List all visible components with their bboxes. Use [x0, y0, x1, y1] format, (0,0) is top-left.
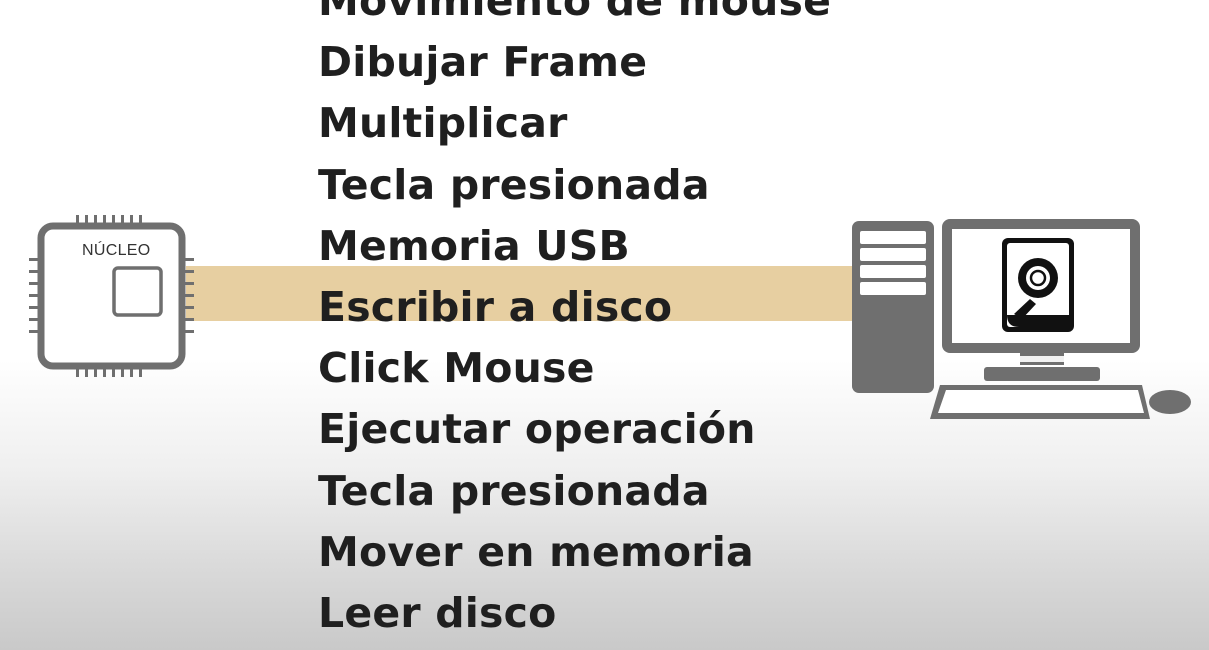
event-item: Movimiento de mouse — [318, 0, 832, 25]
cpu-chip-icon — [29, 215, 194, 377]
event-item: Leer disco — [318, 588, 557, 637]
event-item: Dibujar Frame — [318, 38, 648, 87]
cpu-core-label: NÚCLEO — [82, 242, 151, 259]
event-item: Escribir a disco — [318, 282, 673, 331]
event-item: Mover en memoria — [318, 527, 754, 576]
event-item: Ejecutar operación — [318, 405, 756, 454]
event-item: Multiplicar — [318, 99, 568, 148]
event-item: Tecla presionada — [318, 160, 710, 209]
diagram-canvas: NÚCLEO Movimiento de mouse Dibujar Frame M… — [0, 0, 1209, 650]
event-list: Movimiento de mouse Dibujar Frame Multipli… — [318, 0, 831, 644]
desktop-computer-icon — [852, 219, 1191, 419]
event-item: Click Mouse — [318, 344, 595, 393]
event-item: Tecla presionada — [318, 466, 710, 515]
hard-disk-icon — [1002, 238, 1074, 332]
event-item: Memoria USB — [318, 221, 630, 270]
